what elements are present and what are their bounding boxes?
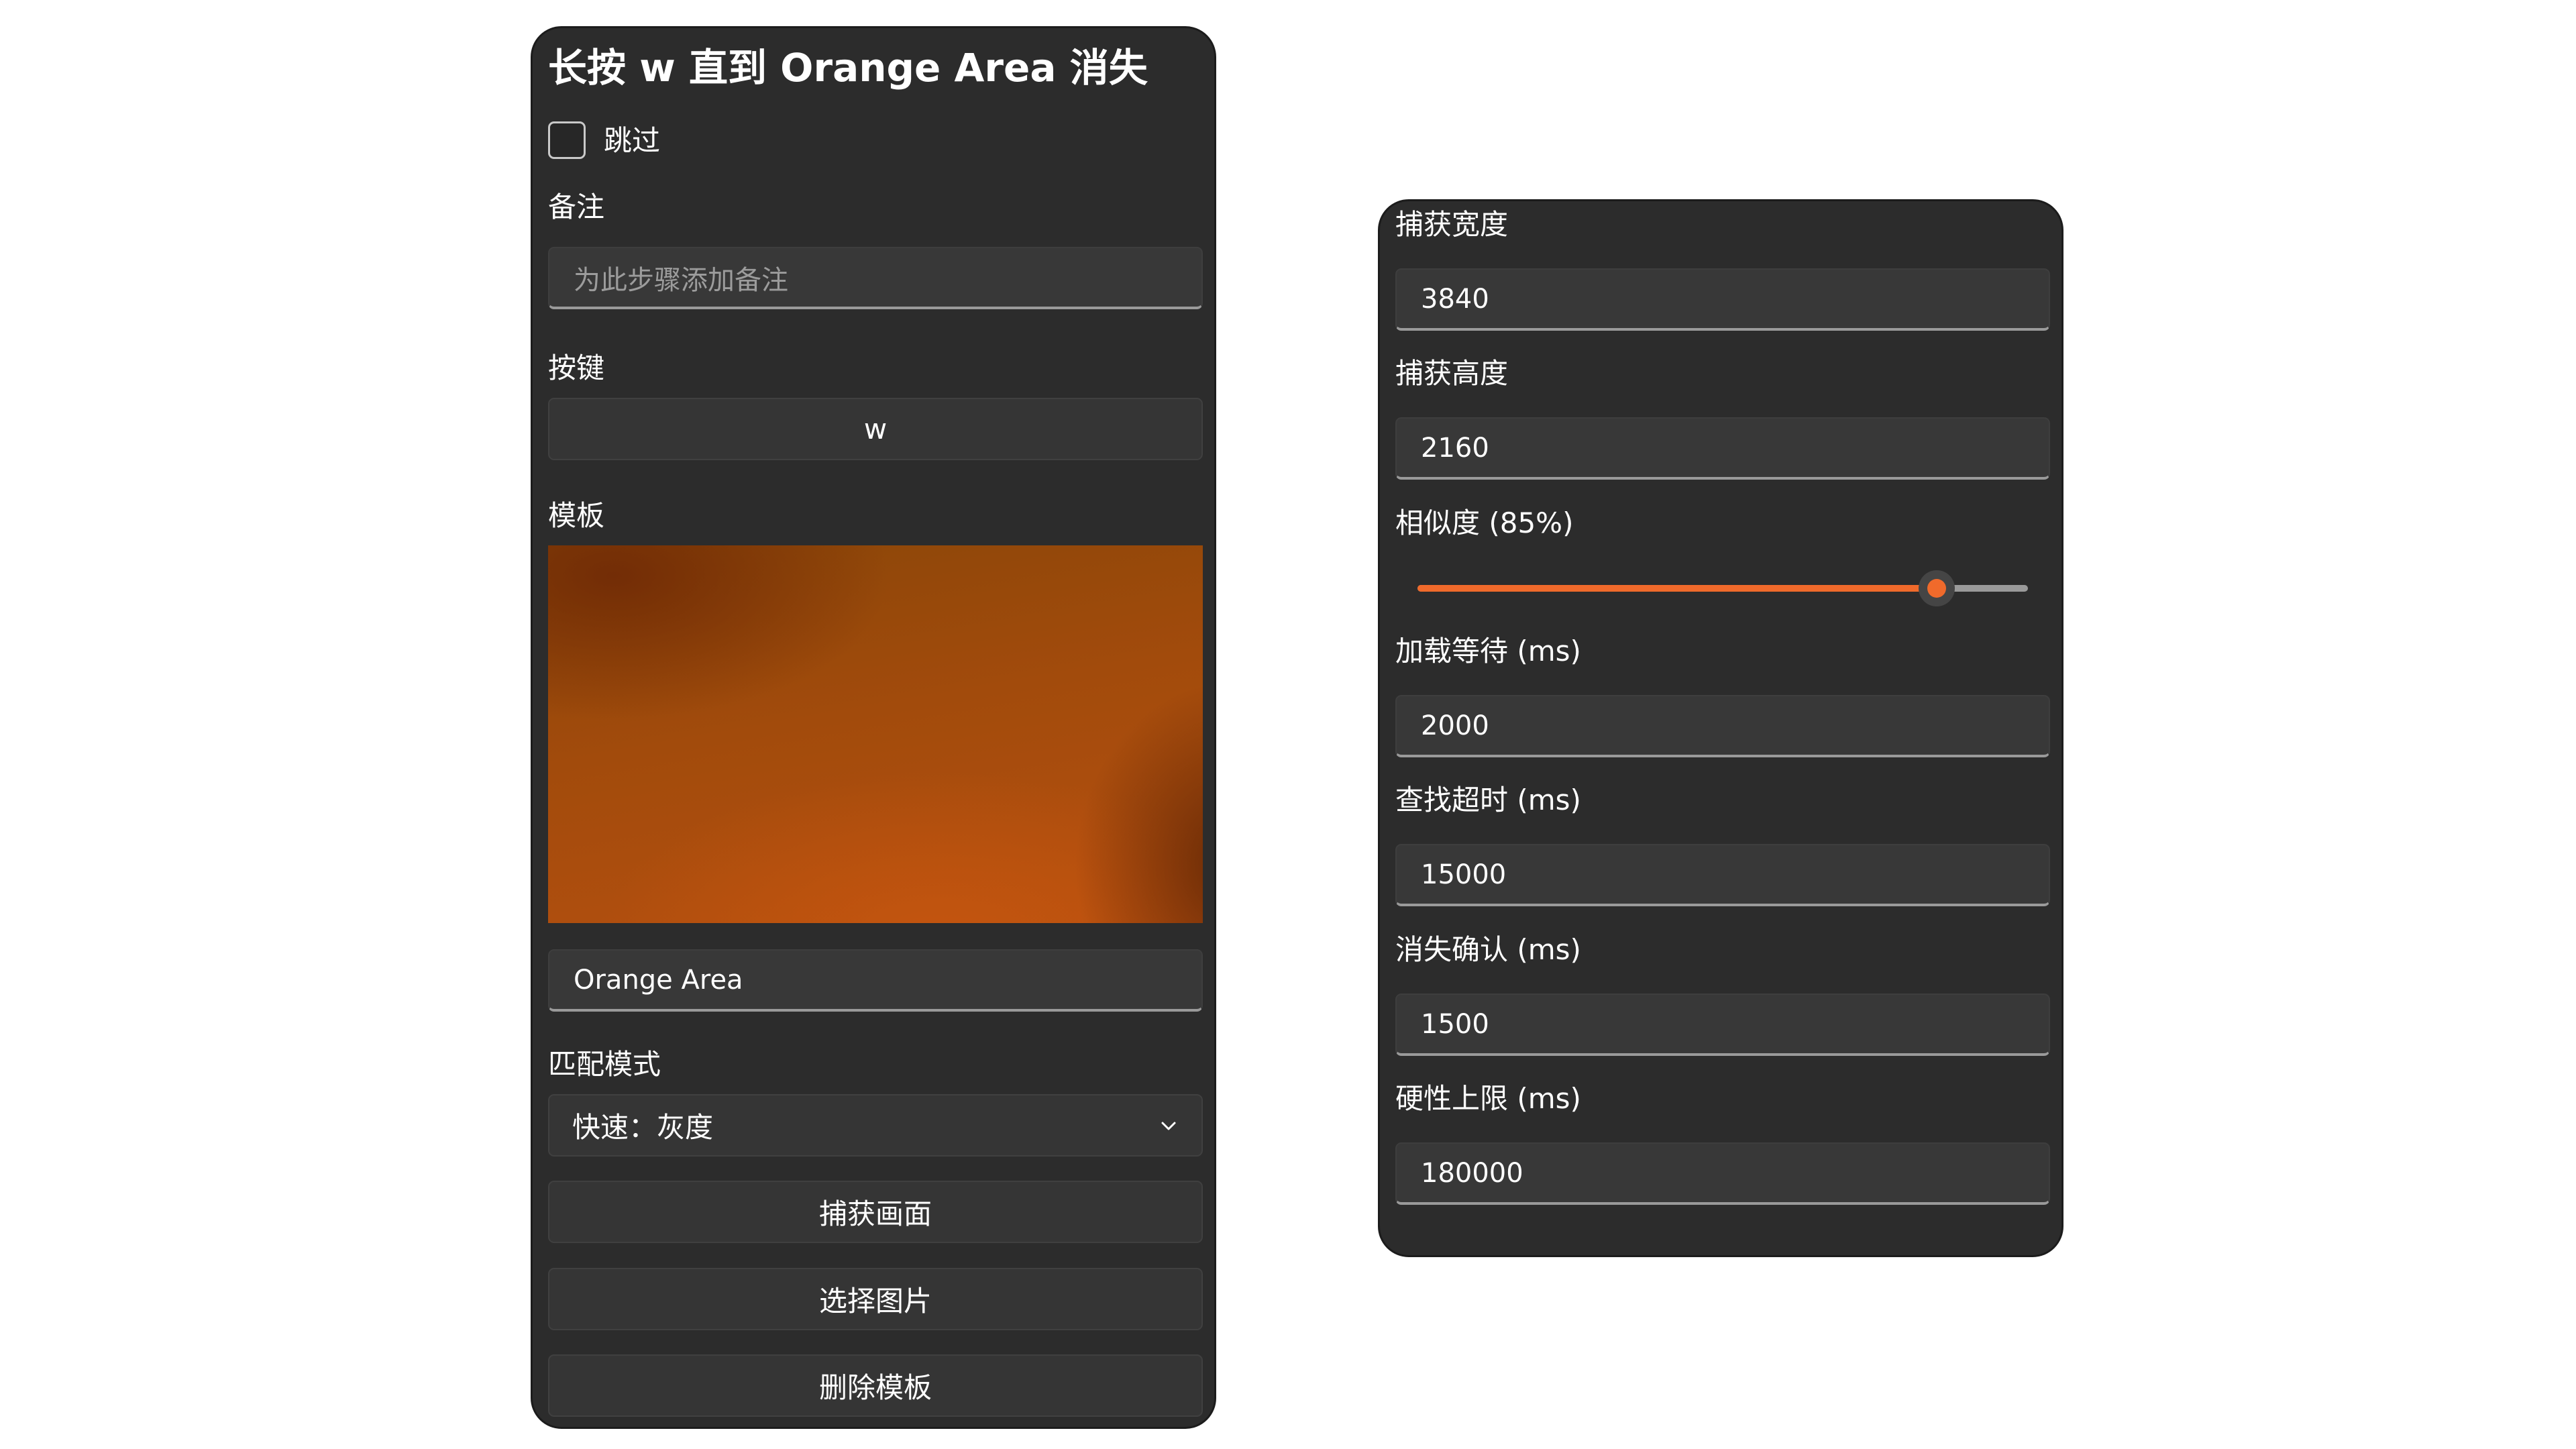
note-label: 备注	[548, 191, 605, 223]
capture-width-label: 捕获宽度	[1395, 208, 1509, 241]
template-label: 模板	[548, 499, 605, 532]
capture-settings-panel: 捕获宽度 3840 捕获高度 2160 相似度 (85%) 加载等待 (ms) …	[1378, 199, 2063, 1257]
note-input[interactable]: 为此步骤添加备注	[548, 247, 1203, 309]
hard-limit-label: 硬性上限 (ms)	[1395, 1082, 1581, 1115]
similarity-slider-thumb-dot	[1927, 579, 1946, 598]
match-mode-select[interactable]: 快速：灰度	[548, 1094, 1203, 1157]
note-input-placeholder: 为此步骤添加备注	[574, 264, 788, 296]
delete-template-button[interactable]: 删除模板	[548, 1354, 1203, 1417]
load-wait-value: 2000	[1421, 710, 1489, 741]
disappear-confirm-label: 消失确认 (ms)	[1395, 933, 1581, 966]
capture-height-input[interactable]: 2160	[1395, 417, 2050, 480]
disappear-confirm-input[interactable]: 1500	[1395, 994, 2050, 1056]
hard-limit-value: 180000	[1421, 1157, 1523, 1189]
template-name-value: Orange Area	[574, 964, 743, 996]
capture-width-value: 3840	[1421, 283, 1489, 315]
find-timeout-value: 15000	[1421, 859, 1507, 890]
capture-height-value: 2160	[1421, 432, 1489, 464]
match-mode-label: 匹配模式	[548, 1048, 661, 1081]
select-image-button[interactable]: 选择图片	[548, 1268, 1203, 1330]
load-wait-input[interactable]: 2000	[1395, 695, 2050, 757]
key-label: 按键	[548, 352, 605, 384]
template-preview-image	[548, 545, 1203, 923]
capture-screen-button[interactable]: 捕获画面	[548, 1181, 1203, 1243]
load-wait-label: 加载等待 (ms)	[1395, 635, 1581, 667]
skip-checkbox-label[interactable]: 跳过	[604, 124, 660, 158]
capture-width-input[interactable]: 3840	[1395, 268, 2050, 331]
skip-checkbox[interactable]	[548, 121, 586, 159]
similarity-label: 相似度 (85%)	[1395, 506, 1574, 539]
find-timeout-label: 查找超时 (ms)	[1395, 784, 1581, 816]
similarity-slider-thumb[interactable]	[1918, 570, 1955, 606]
similarity-slider-fill	[1417, 585, 1937, 592]
capture-height-label: 捕获高度	[1395, 357, 1509, 390]
find-timeout-input[interactable]: 15000	[1395, 844, 2050, 906]
match-mode-value: 快速：灰度	[572, 1111, 714, 1144]
template-name-input[interactable]: Orange Area	[548, 949, 1203, 1012]
hard-limit-input[interactable]: 180000	[1395, 1142, 2050, 1205]
disappear-confirm-value: 1500	[1421, 1008, 1489, 1040]
step-title: 长按 w 直到 Orange Area 消失	[548, 45, 1148, 91]
key-capture-button[interactable]: w	[548, 398, 1203, 460]
chevron-down-icon	[1161, 1122, 1176, 1130]
step-editor-panel: 长按 w 直到 Orange Area 消失 跳过 备注 为此步骤添加备注 按键…	[531, 26, 1216, 1429]
